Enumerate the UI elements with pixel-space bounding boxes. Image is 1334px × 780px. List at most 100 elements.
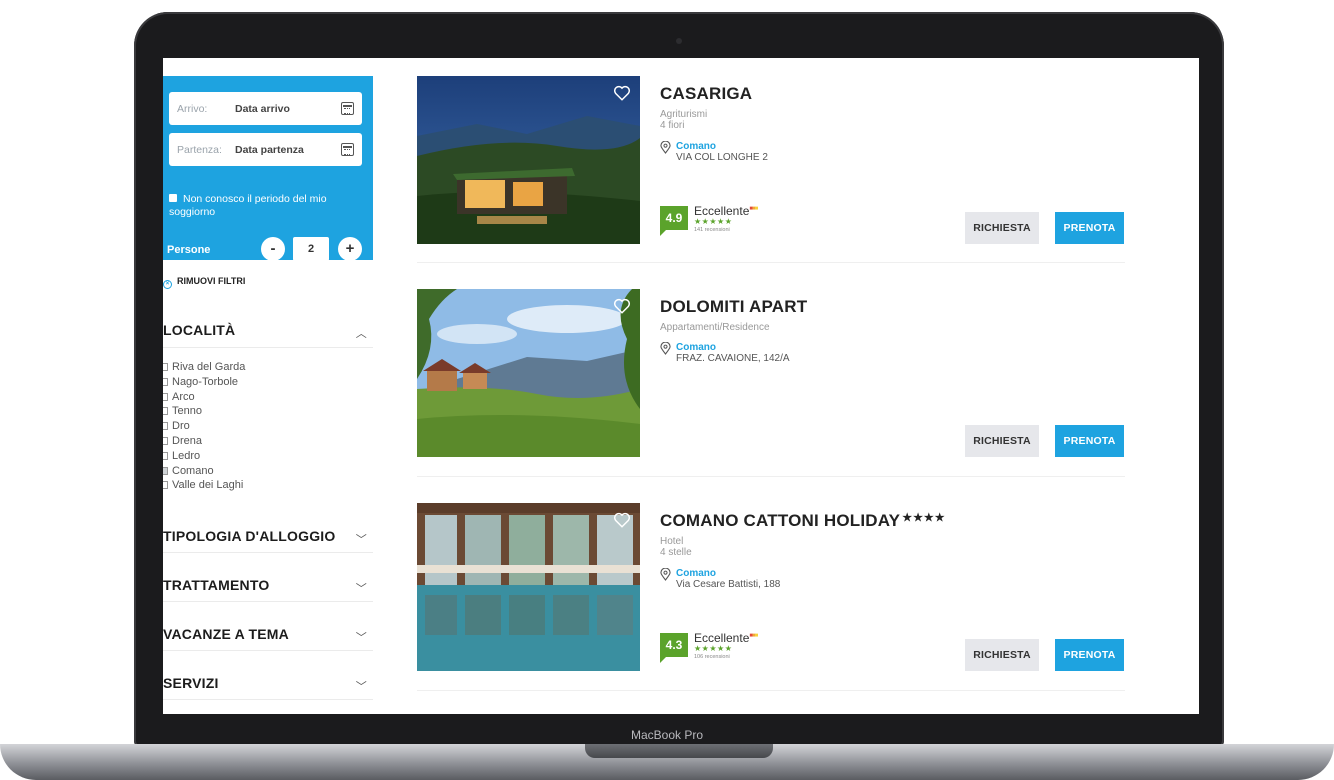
- filter-trattamento-header[interactable]: TRATTAMENTO ﹀: [163, 577, 373, 595]
- divider: [163, 699, 373, 700]
- checkbox[interactable]: [163, 363, 168, 371]
- listing-name-text: CASARIGA: [660, 84, 753, 103]
- filter-tipologia-header[interactable]: TIPOLOGIA D'ALLOGGIO ﹀: [163, 528, 373, 546]
- location-pin-icon: [660, 342, 671, 355]
- chevron-down-icon: ﹀: [355, 583, 367, 595]
- people-plus-button[interactable]: +: [338, 237, 362, 261]
- rating-dots-icon: ■■■: [749, 633, 758, 639]
- divider: [417, 262, 1125, 263]
- close-circle-icon: ×: [163, 280, 172, 289]
- localita-item-label: Nago-Torbole: [172, 375, 239, 388]
- book-button[interactable]: PRENOTA: [1055, 212, 1124, 244]
- localita-item[interactable]: Comano: [163, 464, 245, 479]
- localita-item[interactable]: Dro: [163, 419, 245, 434]
- calendar-icon[interactable]: [341, 143, 354, 156]
- filter-servizi-title: SERVIZI: [163, 675, 219, 691]
- request-button[interactable]: RICHIESTA: [965, 425, 1039, 457]
- request-button[interactable]: RICHIESTA: [965, 212, 1039, 244]
- checkbox[interactable]: [163, 407, 168, 416]
- listing-type-text: Agriturismi: [660, 109, 708, 120]
- listing-type: Agriturismi 4 fiori: [660, 109, 707, 131]
- divider: [163, 601, 373, 602]
- heart-icon[interactable]: [613, 511, 631, 529]
- listing-photo-dolomiti-apart[interactable]: [417, 289, 640, 457]
- listing-type: Appartamenti/Residence: [660, 322, 770, 333]
- localita-item[interactable]: Riva del Garda: [163, 360, 245, 375]
- rating-score: 4.9: [660, 206, 688, 236]
- listing-card: DOLOMITI APART Appartamenti/Residence Co…: [417, 289, 1125, 459]
- divider: [417, 476, 1125, 477]
- book-button[interactable]: PRENOTA: [1055, 425, 1124, 457]
- checkbox[interactable]: [163, 377, 168, 386]
- heart-icon[interactable]: [613, 84, 631, 102]
- chevron-down-icon: ﹀: [355, 632, 367, 644]
- webcam: [676, 38, 682, 44]
- rating-word-text: Eccellente: [694, 631, 750, 645]
- rating-stars: ★★★★★: [694, 644, 733, 653]
- unknown-period-checkbox[interactable]: Non conosco il periodo del mio soggiorno: [169, 193, 359, 219]
- listing-name[interactable]: DOLOMITI APART: [660, 297, 807, 317]
- laptop-notch: [585, 744, 773, 758]
- people-label: Persone: [167, 244, 211, 256]
- filter-vacanze-header[interactable]: VACANZE A TEMA ﹀: [163, 626, 373, 644]
- listing-name[interactable]: COMANO CATTONI HOLIDAY ★★★★: [660, 511, 946, 531]
- reviews-count: 141 recensioni: [694, 227, 730, 233]
- listing-photo-comano-cattoni-holiday[interactable]: [417, 503, 640, 671]
- rating-dots-icon: ■■■: [749, 206, 758, 212]
- filter-vacanze-title: VACANZE A TEMA: [163, 626, 289, 642]
- listing-photo-casariga[interactable]: [417, 76, 640, 244]
- checkbox-checked-icon[interactable]: [169, 194, 177, 202]
- heart-icon[interactable]: [613, 297, 631, 315]
- listing-name-text: COMANO CATTONI HOLIDAY: [660, 511, 901, 530]
- departure-label: Partenza:: [177, 143, 222, 156]
- checkbox[interactable]: [163, 392, 168, 401]
- listing-card: COMANO CATTONI HOLIDAY ★★★★ Hotel 4 stelle…: [417, 503, 1125, 673]
- filter-localita-header[interactable]: LOCALITÀ ︿: [163, 322, 373, 340]
- listing-city[interactable]: Comano: [676, 141, 960, 152]
- checkbox[interactable]: [163, 422, 168, 431]
- checkbox-checked[interactable]: [163, 466, 168, 475]
- arrival-field[interactable]: Arrivo: Data arrivo: [169, 92, 362, 125]
- listing-category: 4 stelle: [660, 547, 692, 558]
- people-count[interactable]: 2: [293, 237, 329, 261]
- localita-item[interactable]: Valle dei Laghi: [163, 478, 245, 493]
- request-button[interactable]: RICHIESTA: [965, 639, 1039, 671]
- screen: Arrivo: Data arrivo Partenza: Data parte…: [163, 58, 1199, 714]
- localita-item[interactable]: Arco: [163, 390, 245, 405]
- checkbox[interactable]: [163, 481, 168, 490]
- divider: [163, 552, 373, 553]
- departure-value: Data partenza: [235, 143, 304, 156]
- rating-word: Eccellente■■■: [694, 204, 758, 218]
- arrival-label: Arrivo:: [177, 102, 208, 115]
- remove-filters-link[interactable]: × RIMUOVI FILTRI: [163, 276, 245, 289]
- listing-city[interactable]: Comano: [676, 342, 960, 353]
- departure-field[interactable]: Partenza: Data partenza: [169, 133, 362, 166]
- localita-item[interactable]: Drena: [163, 434, 245, 449]
- listing-name[interactable]: CASARIGA: [660, 84, 752, 104]
- book-button[interactable]: PRENOTA: [1055, 639, 1124, 671]
- localita-item[interactable]: Ledro: [163, 449, 245, 464]
- checkbox[interactable]: [163, 436, 168, 445]
- reviews-count: 106 recensioni: [694, 654, 730, 660]
- laptop-frame: Arrivo: Data arrivo Partenza: Data parte…: [0, 0, 1334, 780]
- localita-item-label: Tenno: [172, 405, 202, 418]
- location-pin-icon: [660, 568, 671, 581]
- localita-item[interactable]: Nago-Torbole: [163, 375, 245, 390]
- listing-location: Comano VIA COL LONGHE 2: [660, 141, 960, 163]
- listing-city[interactable]: Comano: [676, 568, 960, 579]
- listing-location: Comano Via Cesare Battisti, 188: [660, 568, 960, 590]
- checkbox[interactable]: [163, 451, 168, 460]
- rating-score: 4.3: [660, 633, 688, 663]
- listing-address: VIA COL LONGHE 2: [676, 152, 768, 163]
- filter-servizi-header[interactable]: SERVIZI ﹀: [163, 675, 373, 693]
- people-minus-button[interactable]: -: [261, 237, 285, 261]
- listing-address: Via Cesare Battisti, 188: [676, 579, 781, 590]
- listing-type-text: Hotel: [660, 536, 684, 547]
- localita-item[interactable]: Tenno: [163, 404, 245, 419]
- filter-tipologia-title: TIPOLOGIA D'ALLOGGIO: [163, 528, 336, 544]
- localita-item-label: Arco: [172, 390, 195, 403]
- rating-stars: ★★★★★: [694, 217, 733, 226]
- listing-location: Comano FRAZ. CAVAIONE, 142/A: [660, 342, 960, 364]
- calendar-icon[interactable]: [341, 102, 354, 115]
- localita-item-label: Dro: [172, 420, 190, 433]
